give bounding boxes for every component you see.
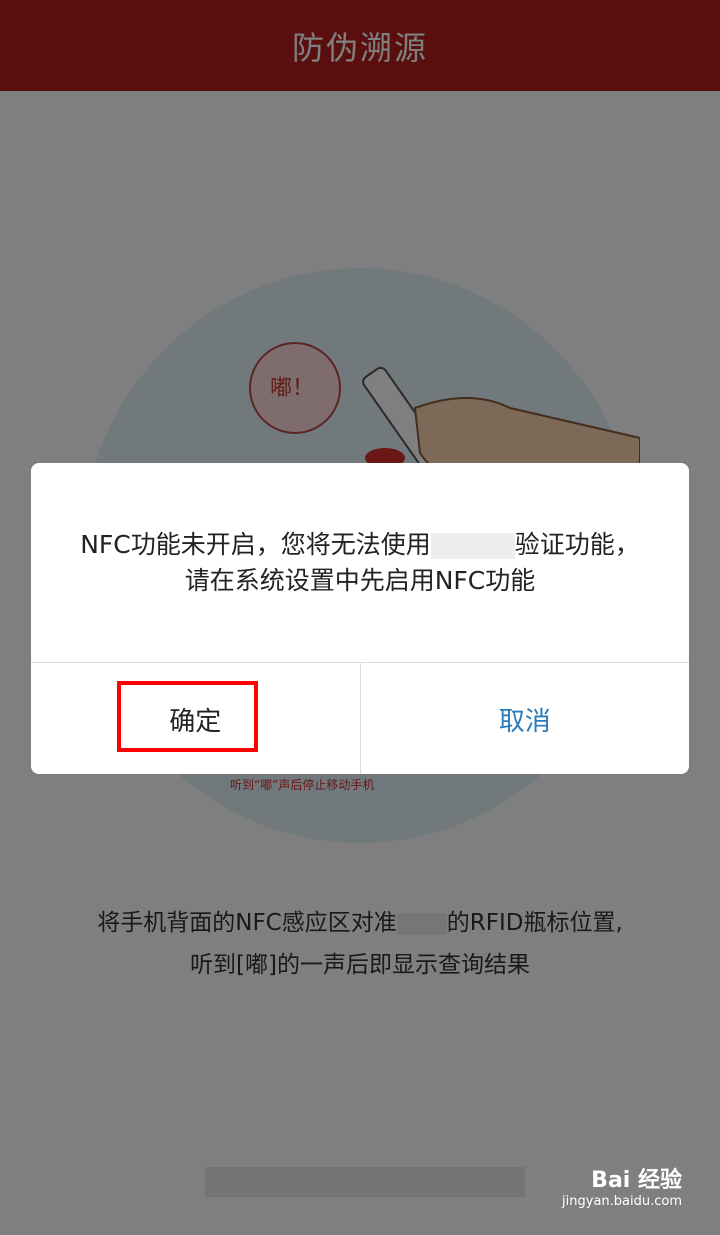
cancel-button[interactable]: 取消	[361, 663, 690, 774]
nfc-disabled-dialog: NFC功能未开启，您将无法使用 验证功能，请在系统设置中先启用NFC功能 确定 取…	[31, 463, 689, 774]
dialog-message: NFC功能未开启，您将无法使用 验证功能，请在系统设置中先启用NFC功能	[80, 530, 640, 595]
highlight-annotation	[117, 681, 258, 752]
confirm-button[interactable]: 确定	[31, 663, 361, 774]
redacted-text	[430, 533, 515, 559]
dialog-buttons: 确定 取消	[31, 662, 689, 774]
baidu-watermark: Bai 经验 jingyan.baidu.com	[562, 1168, 682, 1209]
